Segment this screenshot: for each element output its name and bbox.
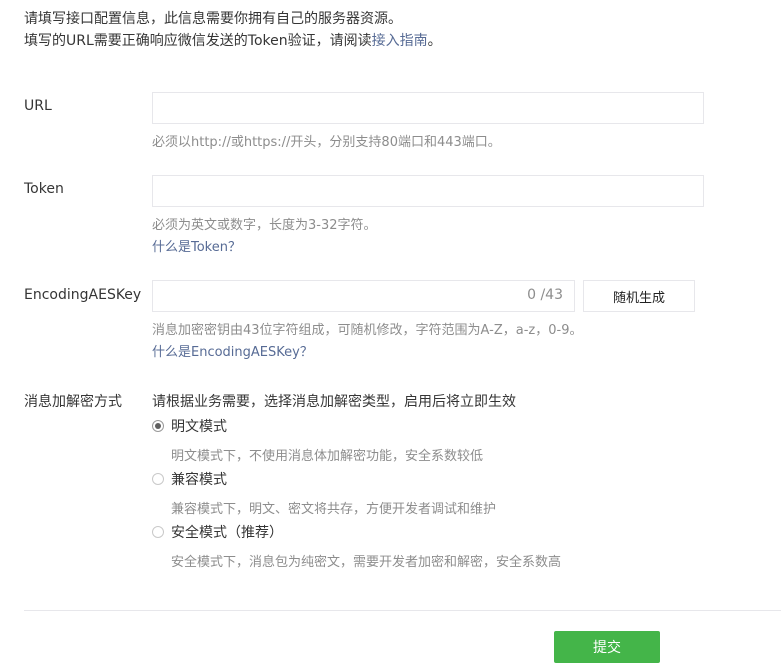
radio-plain-mode-tip: 明文模式下，不使用消息体加解密功能，安全系数较低 xyxy=(171,449,484,464)
radio-compat-mode[interactable]: 兼容模式 xyxy=(152,469,227,489)
url-label: URL xyxy=(24,98,52,114)
intro-text: 请填写接口配置信息，此信息需要你拥有自己的服务器资源。 填写的URL需要正确响应… xyxy=(24,8,442,52)
radio-plain-mode-label: 明文模式 xyxy=(171,419,227,435)
url-tip: 必须以http://或https://开头，分别支持80端口和443端口。 xyxy=(152,135,501,150)
radio-unchecked-icon xyxy=(152,526,164,538)
aes-key-input[interactable] xyxy=(152,280,575,312)
radio-plain-mode[interactable]: 明文模式 xyxy=(152,416,227,436)
aes-key-label: EncodingAESKey xyxy=(24,287,142,303)
radio-compat-mode-label: 兼容模式 xyxy=(171,472,227,488)
intro-line-1: 请填写接口配置信息，此信息需要你拥有自己的服务器资源。 xyxy=(24,11,402,27)
radio-checked-icon xyxy=(152,420,164,432)
intro-line-2-prefix: 填写的URL需要正确响应微信发送的Token验证，请阅读 xyxy=(24,33,372,49)
radio-secure-mode-tip: 安全模式下，消息包为纯密文，需要开发者加密和解密，安全系数高 xyxy=(171,555,562,570)
radio-unchecked-icon xyxy=(152,473,164,485)
aes-key-char-counter: 0 /43 xyxy=(527,287,563,303)
radio-secure-mode[interactable]: 安全模式（推荐） xyxy=(152,522,283,542)
token-label: Token xyxy=(24,181,64,197)
encryption-mode-description: 请根据业务需要，选择消息加解密类型，启用后将立即生效 xyxy=(152,394,516,410)
aes-key-tip: 消息加密密钥由43位字符组成，可随机修改，字符范围为A-Z，a-z，0-9。 xyxy=(152,323,583,338)
intro-line-2-suffix: 。 xyxy=(427,33,442,49)
url-input[interactable] xyxy=(152,92,704,124)
aes-key-input-wrapper: 0 /43 xyxy=(152,280,575,312)
random-generate-button[interactable]: 随机生成 xyxy=(583,280,695,312)
submit-button[interactable]: 提交 xyxy=(554,631,660,663)
token-tip: 必须为英文或数字，长度为3-32字符。 xyxy=(152,218,377,233)
radio-secure-mode-label: 安全模式（推荐） xyxy=(171,525,283,541)
what-is-aes-key-link[interactable]: 什么是EncodingAESKey？ xyxy=(152,341,313,360)
interface-config-page: 请填写接口配置信息，此信息需要你拥有自己的服务器资源。 填写的URL需要正确响应… xyxy=(0,0,781,663)
footer-divider xyxy=(24,610,781,611)
radio-compat-mode-tip: 兼容模式下，明文、密文将共存，方便开发者调试和维护 xyxy=(171,502,497,517)
what-is-token-link[interactable]: 什么是Token？ xyxy=(152,236,241,255)
encryption-mode-label: 消息加解密方式 xyxy=(24,394,122,410)
access-guide-link[interactable]: 接入指南 xyxy=(372,33,428,49)
token-input[interactable] xyxy=(152,175,704,207)
intro-line-2: 填写的URL需要正确响应微信发送的Token验证，请阅读接入指南。 xyxy=(24,30,442,52)
